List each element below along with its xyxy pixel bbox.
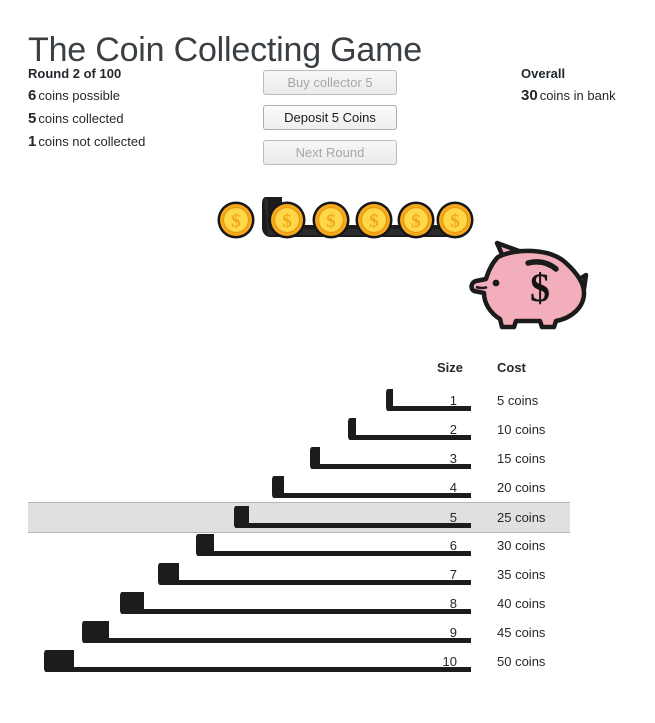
row-size-value: 4 [449,480,457,495]
coin-icon-1: $ [217,201,255,239]
collector-icon-size-5 [234,506,471,528]
collector-icon-size-7 [158,563,471,585]
round-status-panel: Round 2 of 100 6 coins possible 5 coins co… [28,66,243,156]
table-row: 4 20 coins [28,473,570,502]
svg-text:$: $ [231,211,241,232]
coins-possible-line: 6 coins possible [28,87,243,104]
table-row: 3 15 coins [28,444,570,473]
collector-icon-size-6 [196,534,471,556]
svg-text:$: $ [326,211,336,232]
collector-icon-size-10 [44,650,471,672]
coin-arena: $ $ $ $ $ $ $ [0,180,655,340]
collector-price-table: Size Cost 1 5 coins 2 10 coins 3 15 coin… [0,360,655,700]
row-size-value: 10 [442,654,457,669]
overall-status-panel: Overall 30 coins in bank [521,66,651,104]
column-header-cost: Cost [497,360,526,375]
coins-possible-label: coins possible [38,88,120,103]
coins-not-collected-line: 1 coins not collected [28,133,243,150]
buy-collector-button[interactable]: Buy collector 5 [263,70,397,95]
coins-collected-value: 5 [28,110,37,127]
row-size-value: 6 [449,538,457,553]
action-button-group: Buy collector 5 Deposit 5 Coins Next Rou… [263,70,397,175]
row-cost-value: 15 coins [497,451,546,466]
coin-icon-5: $ [397,201,435,239]
collector-icon-size-8 [120,592,471,614]
svg-text:$: $ [530,265,550,310]
deposit-coins-button[interactable]: Deposit 5 Coins [263,105,397,130]
table-row: 2 10 coins [28,415,570,444]
row-size-value: 5 [449,510,457,525]
next-round-button[interactable]: Next Round [263,140,397,165]
coins-collected-label: coins collected [38,111,124,126]
coins-in-bank-label: coins in bank [539,88,616,103]
row-cost-value: 20 coins [497,480,546,495]
row-cost-value: 35 coins [497,567,546,582]
table-row: 7 35 coins [28,560,570,589]
row-cost-value: 25 coins [497,510,546,525]
row-cost-value: 40 coins [497,596,546,611]
row-size-value: 9 [449,625,457,640]
table-row: 6 30 coins [28,531,570,560]
collector-icon-size-9 [82,621,471,643]
table-row: 10 50 coins [28,647,570,676]
row-cost-value: 5 coins [497,393,539,408]
piggy-bank-icon: $ [469,240,589,330]
overall-title: Overall [521,66,566,81]
row-cost-value: 10 coins [497,422,546,437]
svg-text:$: $ [282,211,292,232]
coins-possible-value: 6 [28,87,37,104]
svg-text:$: $ [450,211,460,232]
row-cost-value: 30 coins [497,538,546,553]
row-size-value: 8 [449,596,457,611]
round-label: Round 2 of 100 [28,66,122,81]
coin-icon-3: $ [312,201,350,239]
row-cost-value: 45 coins [497,625,546,640]
coin-icon-4: $ [355,201,393,239]
row-size-value: 1 [449,393,457,408]
collector-icon-size-1 [386,389,471,411]
table-row: 1 5 coins [28,386,570,415]
coins-in-bank-value: 30 [521,87,538,104]
row-cost-value: 50 coins [497,654,546,669]
coin-icon-6: $ [436,201,474,239]
svg-text:$: $ [411,211,421,232]
page-title: The Coin Collecting Game [28,30,422,69]
coins-collected-line: 5 coins collected [28,110,243,127]
column-header-size: Size [437,360,464,375]
coins-not-collected-label: coins not collected [38,134,146,149]
table-row: 9 45 coins [28,618,570,647]
coins-in-bank-line: 30 coins in bank [521,87,651,104]
table-row: 8 40 coins [28,589,570,618]
row-size-value: 2 [449,422,457,437]
table-row-selected: 5 25 coins [28,502,570,533]
coin-icon-2: $ [268,201,306,239]
svg-text:$: $ [369,211,379,232]
row-size-value: 3 [449,451,457,466]
row-size-value: 7 [449,567,457,582]
coins-not-collected-value: 1 [28,133,37,150]
